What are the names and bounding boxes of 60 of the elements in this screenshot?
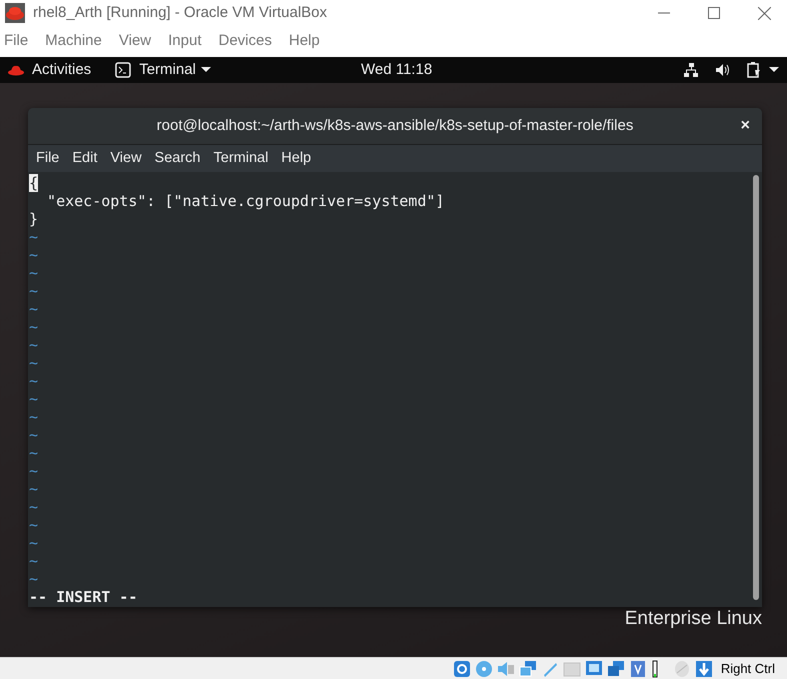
menu-item[interactable]: Input <box>168 30 202 53</box>
screens-icon[interactable] <box>606 660 625 678</box>
menu-item[interactable]: Edit <box>72 148 98 170</box>
menu-item[interactable]: View <box>110 148 142 170</box>
hat-icon <box>8 64 24 76</box>
network-icon[interactable] <box>683 62 699 78</box>
empty-line-marker: ~ <box>29 426 40 444</box>
empty-line-marker: ~ <box>29 480 40 498</box>
menu-item[interactable]: Help <box>288 30 320 53</box>
menu-item[interactable]: Search <box>154 148 200 170</box>
volume-icon[interactable] <box>715 63 731 77</box>
empty-line-marker: ~ <box>29 390 40 408</box>
brand-text: Enterprise Linux <box>624 607 762 631</box>
menu-item[interactable]: Terminal <box>214 148 268 170</box>
close-icon <box>758 6 770 20</box>
close-button[interactable]: × <box>740 114 750 138</box>
empty-line-marker: ~ <box>29 246 40 264</box>
code-line: "exec-opts": ["native.cgroupdriver=systemd"] <box>46 192 446 210</box>
mode-indicator: -- INSERT -- <box>29 588 138 606</box>
battery-icon <box>747 62 761 78</box>
scrollbar-thumb[interactable] <box>753 175 759 600</box>
menu-item[interactable]: File <box>4 30 28 53</box>
maximize-icon <box>708 7 720 19</box>
empty-line-marker: ~ <box>29 336 40 354</box>
empty-line-marker: ~ <box>29 570 40 588</box>
empty-line-marker: ~ <box>29 264 40 282</box>
audio-icon[interactable] <box>496 660 515 678</box>
empty-line-marker: ~ <box>29 282 40 300</box>
display-icon[interactable] <box>584 660 603 678</box>
empty-line-marker: ~ <box>29 300 40 318</box>
clock[interactable]: Wed 11:18 <box>361 58 432 82</box>
caret-icon <box>769 67 779 73</box>
empty-line-marker: ~ <box>29 318 40 336</box>
app-menu[interactable]: Terminal <box>115 58 211 82</box>
empty-line-marker: ~ <box>29 534 40 552</box>
window-title: root@localhost:~/arth-ws/k8s-aws-ansible/k8s-setup-of-master-role/files <box>156 116 634 136</box>
code-line: } <box>29 210 40 228</box>
empty-line-marker: ~ <box>29 354 40 372</box>
empty-line-marker: ~ <box>29 408 40 426</box>
optical-disc-icon[interactable] <box>474 660 493 678</box>
empty-line-marker: ~ <box>29 552 40 570</box>
caret-icon <box>200 67 211 73</box>
app-icon <box>5 3 25 23</box>
text-cursor: { <box>29 174 38 192</box>
empty-line-marker: ~ <box>29 228 40 246</box>
system-menu[interactable] <box>747 62 779 78</box>
empty-line-marker: ~ <box>29 516 40 534</box>
empty-line-marker: ~ <box>29 498 40 516</box>
menu-item[interactable]: View <box>118 30 152 53</box>
window-title: rhel8_Arth [Running] - Oracle VM VirtualBox <box>33 2 328 23</box>
menu-item[interactable]: File <box>36 148 60 170</box>
menu-item[interactable]: Devices <box>218 30 272 53</box>
empty-line-marker: ~ <box>29 444 40 462</box>
menu-item[interactable]: Machine <box>45 30 102 53</box>
menu-item[interactable]: Help <box>281 148 312 170</box>
empty-line-marker: ~ <box>29 372 40 390</box>
empty-line-marker: ~ <box>29 462 40 480</box>
terminal-icon <box>115 62 132 78</box>
host-key-label: Right Ctrl <box>720 660 775 678</box>
activities-button[interactable]: Activities <box>8 58 92 82</box>
